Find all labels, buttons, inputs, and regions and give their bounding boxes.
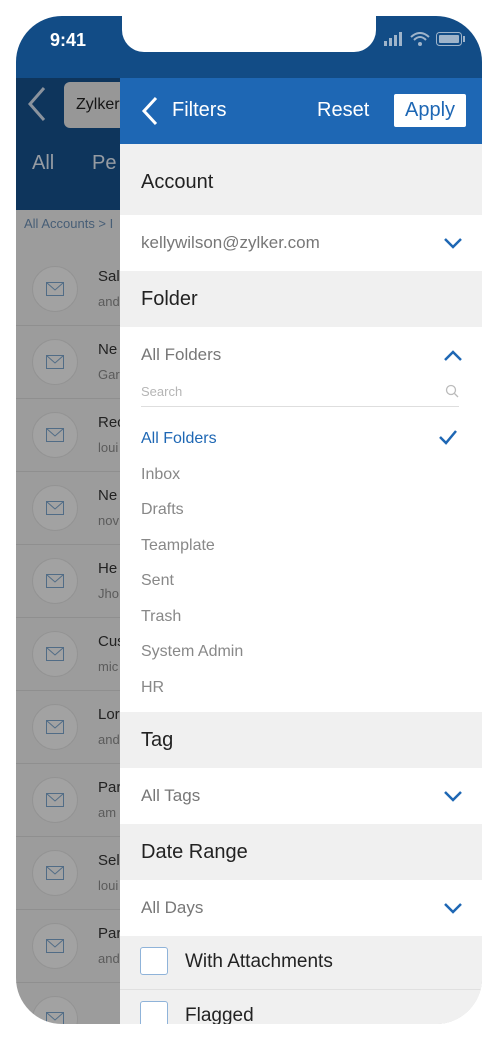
signal-icon [384,32,402,46]
apply-button[interactable]: Apply [394,94,466,127]
date-range-select[interactable]: All Days [120,880,482,937]
with-attachments-label: With Attachments [185,951,333,972]
chevron-down-icon [444,238,462,249]
wifi-icon [410,32,430,46]
folder-section-header: Folder [120,271,482,328]
date-range-section-header: Date Range [120,824,482,881]
status-icons [384,32,466,46]
folder-option[interactable]: Sent [141,572,174,590]
date-range-heading: Date Range [141,841,248,863]
search-placeholder: Search [141,384,183,399]
flagged-checkbox[interactable] [140,1001,168,1024]
filters-header: Filters Reset Apply [120,78,482,144]
folder-option[interactable]: Trash [141,608,181,626]
tag-select[interactable]: All Tags [120,768,482,825]
account-select[interactable]: kellywilson@zylker.com [120,215,482,272]
checkmark-icon [439,430,457,445]
folder-option[interactable]: Drafts [141,501,184,519]
folder-heading: Folder [141,288,198,310]
account-value: kellywilson@zylker.com [141,233,320,252]
folder-option[interactable]: System Admin [141,643,243,661]
date-range-value: All Days [141,898,204,917]
battery-icon [436,32,465,46]
filters-title: Filters [172,99,227,121]
chevron-down-icon [444,791,462,802]
folder-option[interactable]: All Folders [141,430,217,448]
account-heading: Account [141,171,214,193]
filters-panel: Filters Reset Apply Account kellywilson@… [120,78,482,1024]
back-icon[interactable] [140,96,160,126]
tag-value: All Tags [141,786,201,805]
tag-section-header: Tag [120,712,482,769]
reset-button[interactable]: Reset [317,99,369,122]
tag-heading: Tag [141,729,174,751]
folder-option[interactable]: Inbox [141,466,180,484]
flagged-label: Flagged [185,1005,254,1024]
folder-value[interactable]: All Folders [141,345,221,365]
with-attachments-checkbox[interactable] [140,947,168,975]
chevron-down-icon [444,903,462,914]
status-time: 9:41 [50,30,87,50]
phone-screen: 9:41 Zylker All Pe All Accounts > I Sal a… [16,16,482,1024]
folder-option[interactable]: Teamplate [141,537,215,555]
account-section-header: Account [120,144,482,216]
folder-search-input[interactable]: Search [141,382,459,407]
chevron-up-icon[interactable] [444,350,462,362]
notch [122,16,376,52]
folder-option[interactable]: HR [141,679,164,697]
search-icon [445,384,459,398]
flagged-row[interactable]: Flagged [120,990,482,1024]
with-attachments-row[interactable]: With Attachments [120,936,482,990]
